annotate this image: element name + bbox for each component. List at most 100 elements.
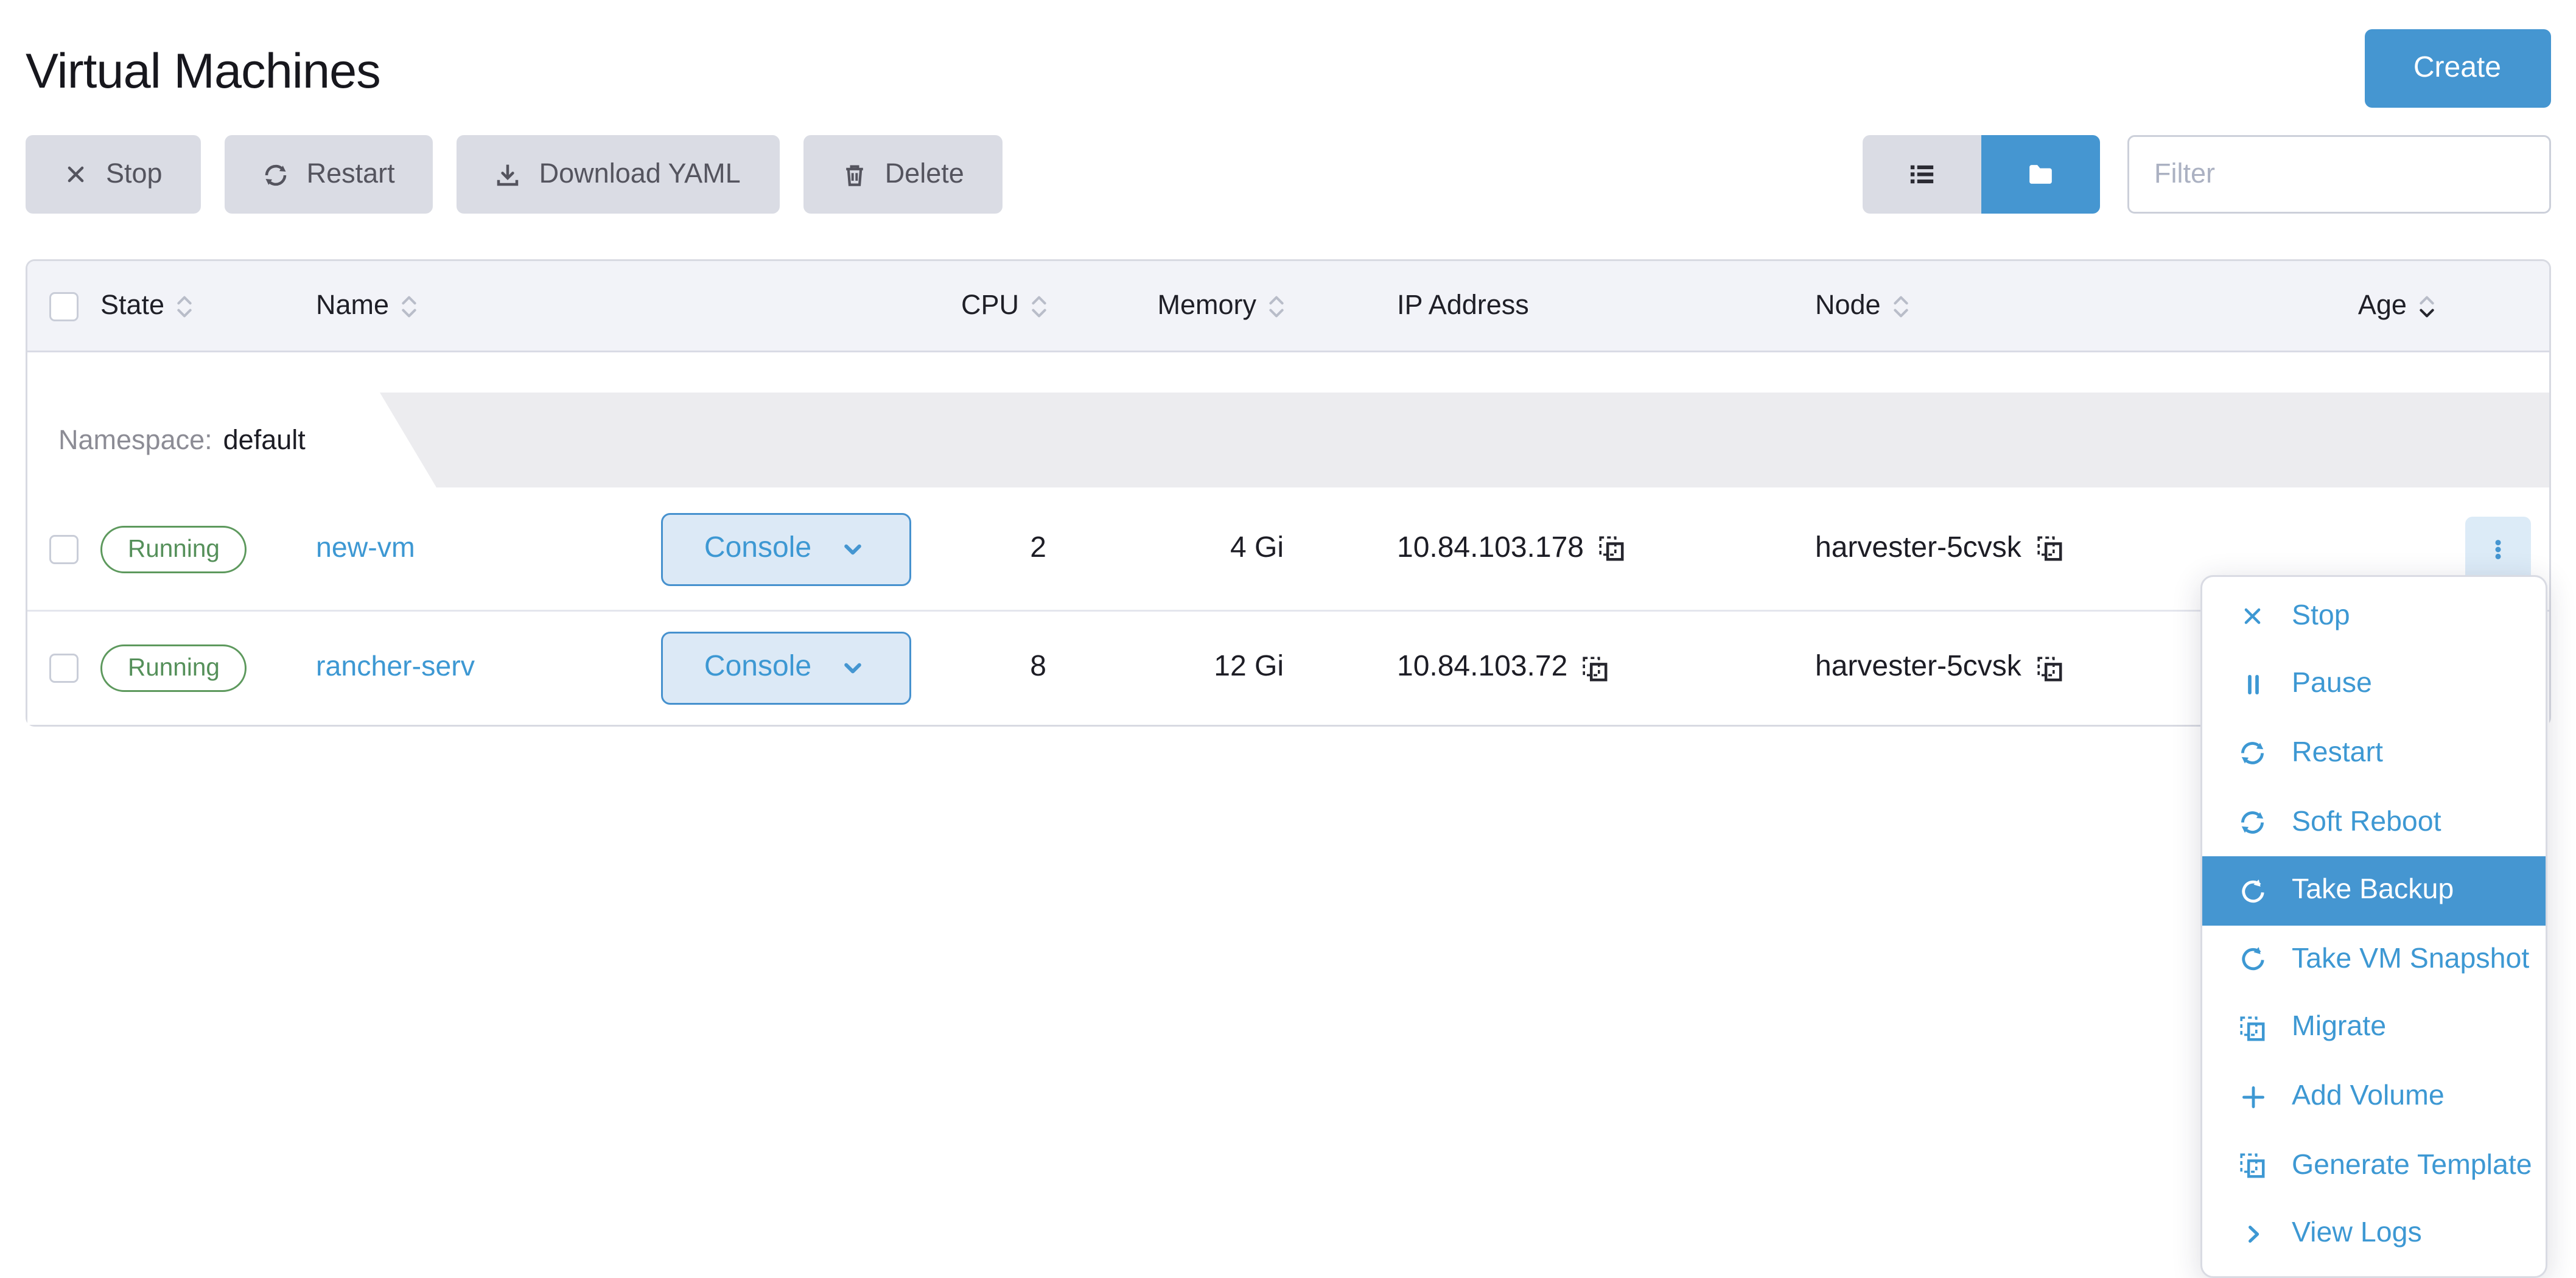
row-actions-button[interactable] — [2465, 516, 2530, 582]
view-toggle — [1862, 135, 2099, 214]
restart-button-label: Restart — [307, 159, 395, 190]
toolbar: Stop Restart Download YAML Delete — [0, 135, 2576, 214]
node-name: harvester-5cvsk — [1815, 532, 2021, 565]
console-button[interactable]: Console — [660, 512, 911, 585]
column-header-state-label: State — [100, 290, 164, 321]
namespace-value: default — [223, 425, 306, 456]
download-yaml-button[interactable]: Download YAML — [457, 135, 779, 214]
copy-node-button[interactable] — [2036, 535, 2063, 562]
column-header-cpu[interactable]: CPU — [940, 290, 1068, 321]
menu-item-label: Restart — [2292, 738, 2383, 770]
status-badge: Running — [100, 525, 247, 573]
menu-item-migrate[interactable]: Migrate — [2202, 994, 2546, 1063]
status-badge: Running — [100, 644, 247, 692]
copy-icon — [2036, 655, 2063, 682]
angle-right-icon — [2237, 1221, 2268, 1247]
table-row: Running new-vm Console 2 4 Gi 10.84.103.… — [27, 487, 2549, 610]
chevron-down-icon — [841, 536, 866, 562]
menu-item-add-volume[interactable]: Add Volume — [2202, 1063, 2546, 1131]
menu-item-generate-template[interactable]: Generate Template — [2202, 1131, 2546, 1200]
x-icon — [2237, 605, 2268, 629]
virtual-machines-page: Virtual Machines Create Stop Restart Dow… — [0, 0, 2576, 1266]
menu-item-restart[interactable]: Restart — [2202, 720, 2546, 789]
refresh-icon — [2237, 740, 2268, 767]
sort-icon — [177, 295, 192, 317]
column-header-age-label: Age — [2358, 290, 2407, 321]
namespace-group-row: Namespace: default — [27, 393, 2549, 487]
copy-node-button[interactable] — [2036, 655, 2063, 682]
pause-icon — [2237, 672, 2268, 698]
column-header-age[interactable]: Age — [2182, 290, 2456, 321]
menu-item-take-backup[interactable]: Take Backup — [2202, 857, 2546, 926]
menu-item-stop[interactable]: Stop — [2202, 582, 2546, 651]
memory-cell: 4 Gi — [1068, 532, 1306, 565]
filter-input[interactable] — [2127, 135, 2550, 214]
row-checkbox[interactable] — [49, 534, 79, 564]
snapshot-icon — [2237, 946, 2268, 974]
view-toggle-grouped[interactable] — [1981, 135, 2099, 214]
table-header-row: State Name CPU — [27, 261, 2549, 352]
console-button-label: Console — [704, 532, 811, 565]
memory-cell: 12 Gi — [1068, 652, 1306, 685]
column-header-memory[interactable]: Memory — [1068, 290, 1306, 321]
folder-icon — [2026, 161, 2054, 188]
download-icon — [495, 162, 521, 187]
column-header-state[interactable]: State — [100, 290, 283, 321]
vm-name-link[interactable]: rancher-serv — [316, 652, 475, 685]
menu-item-view-logs[interactable]: View Logs — [2202, 1200, 2546, 1269]
delete-button-label: Delete — [885, 159, 964, 190]
menu-item-label: Migrate — [2292, 1012, 2386, 1045]
sort-icon — [1032, 295, 1046, 317]
column-header-name[interactable]: Name — [283, 290, 630, 321]
menu-item-label: Stop — [2292, 600, 2350, 633]
restart-button[interactable]: Restart — [225, 135, 433, 214]
column-header-name-label: Name — [316, 290, 389, 321]
view-toggle-list[interactable] — [1862, 135, 1981, 214]
menu-item-take-vm-snapshot[interactable]: Take VM Snapshot — [2202, 926, 2546, 994]
copy-icon — [1598, 535, 1626, 562]
copy-ip-button[interactable] — [1582, 655, 1609, 682]
console-button[interactable]: Console — [660, 632, 911, 705]
copy-icon — [2237, 1152, 2268, 1179]
column-header-node[interactable]: Node — [1808, 290, 2182, 321]
column-header-node-label: Node — [1815, 290, 1881, 321]
cpu-cell: 8 — [940, 652, 1068, 685]
chevron-down-icon — [841, 655, 866, 681]
sort-icon-descending — [2420, 295, 2434, 317]
dots-vertical-icon — [2485, 536, 2510, 562]
namespace-label: Namespace: — [58, 425, 212, 456]
column-header-ip-label: IP Address — [1397, 290, 1529, 321]
x-icon — [64, 162, 88, 186]
sort-icon — [1269, 295, 1284, 317]
cpu-cell: 2 — [940, 532, 1068, 565]
menu-item-label: View Logs — [2292, 1218, 2422, 1251]
menu-item-pause[interactable]: Pause — [2202, 651, 2546, 720]
namespace-tab: Namespace: default — [27, 393, 466, 487]
console-button-label: Console — [704, 652, 811, 685]
refresh-icon — [263, 162, 289, 187]
copy-icon — [2237, 1015, 2268, 1042]
vm-name-link[interactable]: new-vm — [316, 532, 415, 565]
copy-icon — [2036, 535, 2063, 562]
sort-icon — [1894, 295, 1908, 317]
menu-item-label: Pause — [2292, 669, 2372, 702]
node-name: harvester-5cvsk — [1815, 652, 2021, 685]
stop-button[interactable]: Stop — [26, 135, 201, 214]
column-header-ip: IP Address — [1306, 290, 1808, 321]
menu-item-soft-reboot[interactable]: Soft Reboot — [2202, 788, 2546, 857]
refresh-icon — [2237, 809, 2268, 836]
menu-item-label: Generate Template — [2292, 1150, 2532, 1182]
menu-item-label: Soft Reboot — [2292, 806, 2441, 839]
column-header-cpu-label: CPU — [961, 290, 1019, 321]
row-checkbox[interactable] — [49, 654, 79, 683]
bulk-actions: Stop Restart Download YAML Delete — [26, 135, 1003, 214]
create-button[interactable]: Create — [2364, 29, 2550, 108]
copy-ip-button[interactable] — [1598, 535, 1626, 562]
column-header-memory-label: Memory — [1157, 290, 1256, 321]
page-header: Virtual Machines Create — [0, 0, 2576, 108]
select-all-checkbox[interactable] — [49, 292, 79, 321]
table-spacer — [27, 352, 2549, 393]
delete-button[interactable]: Delete — [803, 135, 1003, 214]
sort-icon — [402, 295, 416, 317]
backup-icon — [2237, 878, 2268, 905]
